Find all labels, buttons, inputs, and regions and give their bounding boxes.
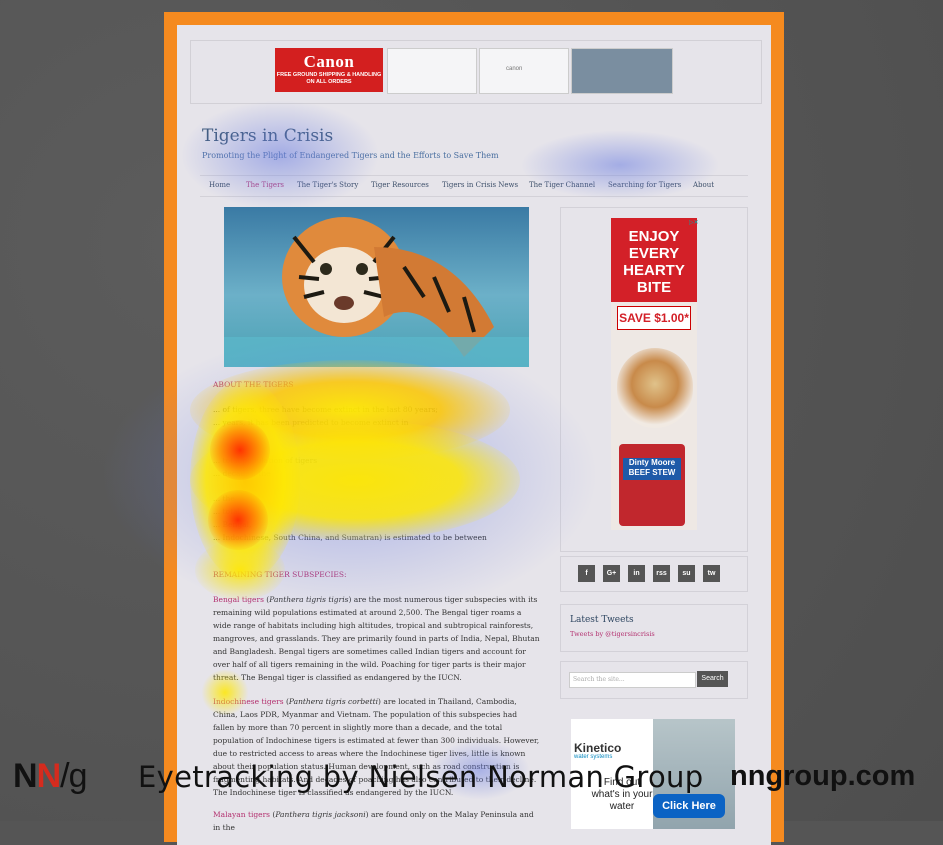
facebook-icon[interactable]: f (578, 565, 595, 582)
nav-item-about[interactable]: About (693, 181, 714, 189)
nng-url[interactable]: nngroup.com (730, 760, 915, 793)
tweets-link[interactable]: Tweets by @tigersincrisis (570, 630, 655, 638)
article-p3: ... the... total... Bengal,... Indochine… (213, 494, 487, 542)
tiger-photo (224, 207, 529, 367)
search-button[interactable]: Search (697, 671, 728, 687)
nav-item-tiger-resources[interactable]: Tiger Resources (371, 181, 429, 189)
intro-heading-fragment: ABOUT THE TIGERS (213, 380, 294, 389)
search-input[interactable]: Search the site... (569, 672, 696, 688)
indochinese-link[interactable]: Indochinese tigers (213, 697, 284, 706)
dinty-ad-save: SAVE $1.00* (617, 306, 691, 330)
dinty-moore-ad[interactable]: ENJOY EVERY HEARTY BITE SAVE $1.00* Dint… (611, 218, 697, 530)
nav-item-searching[interactable]: Searching for Tigers (608, 181, 681, 189)
article-p1: ... of tigers, three have become extinct… (213, 405, 438, 427)
nav-item-news[interactable]: Tigers in Crisis News (442, 181, 518, 189)
bengal-paragraph: Bengal tigers (Panthera tigris tigris) a… (213, 595, 540, 682)
stumbleupon-icon[interactable]: su (678, 565, 695, 582)
bengal-link[interactable]: Bengal tigers (213, 595, 264, 604)
main-nav: Home The Tigers The Tiger's Story Tiger … (200, 175, 748, 197)
subspecies-heading: REMAINING TIGER SUBSPECIES: (213, 570, 347, 579)
tiger-illustration (224, 217, 529, 367)
ad-panel-2[interactable]: canon (479, 48, 569, 94)
latest-tweets-widget: Latest Tweets Tweets by @tigersincrisis (560, 604, 748, 652)
nav-item-the-tigers[interactable]: The Tigers (246, 181, 284, 189)
dinty-ad-headline: ENJOY EVERY HEARTY BITE (611, 218, 697, 302)
canon-ad[interactable]: Canon FREE GROUND SHIPPING & HANDLING ON… (275, 48, 383, 92)
canon-ad-text: FREE GROUND SHIPPING & HANDLING ON ALL O… (276, 72, 382, 85)
nav-item-tiger-channel[interactable]: The Tiger Channel (529, 181, 595, 189)
banner-caption: Eyetracking by Nielsen Norman Group (138, 760, 704, 794)
twitter-icon[interactable]: tw (703, 565, 720, 582)
ad-panel-pier-image[interactable] (571, 48, 673, 94)
ad-panel-printer[interactable] (387, 48, 477, 94)
article-p2: ... total population of tigers... decade… (213, 456, 318, 478)
site-tagline: Promoting the Plight of Endangered Tiger… (202, 151, 499, 160)
google-plus-icon[interactable]: G+ (603, 565, 620, 582)
nav-item-tigers-story[interactable]: The Tiger's Story (297, 181, 358, 189)
can-label: Dinty Moore BEEF STEW (623, 458, 681, 480)
canon-logo: Canon (303, 52, 355, 71)
site-title[interactable]: Tigers in Crisis (202, 126, 333, 146)
stew-bowl-image (617, 348, 693, 428)
adchoices-icon[interactable]: ▷✕ (689, 219, 699, 226)
nng-logo: NN/g (13, 757, 87, 795)
rss-icon[interactable]: rss (653, 565, 670, 582)
linkedin-icon[interactable]: in (628, 565, 645, 582)
nav-item-home[interactable]: Home (209, 181, 230, 189)
stew-can-image: Dinty Moore BEEF STEW (619, 444, 685, 526)
ad-panel-2-text: canon (506, 66, 523, 72)
latest-tweets-heading: Latest Tweets (570, 615, 634, 625)
